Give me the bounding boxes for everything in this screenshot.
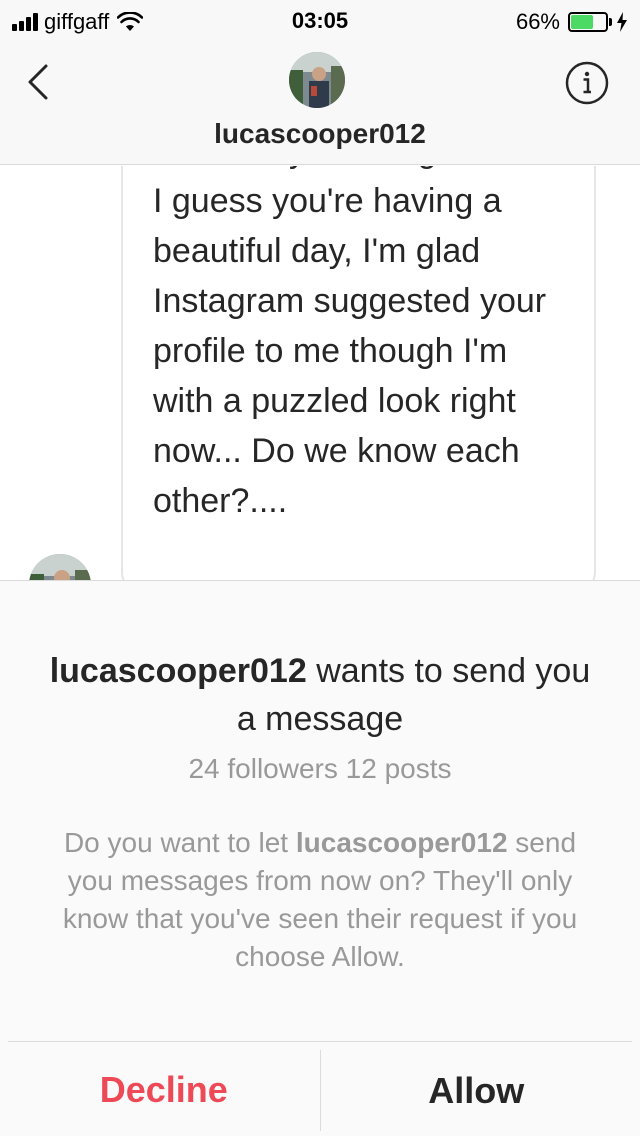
status-bar: giffgaff 03:05 66% [0,0,640,40]
decline-button[interactable]: Decline [8,1042,320,1136]
message-text: How are you doing Girl?.... I guess you'… [153,166,556,520]
message-request-panel: lucascooper012 wants to send you a messa… [0,580,640,1136]
battery-icon [568,12,608,32]
avatar[interactable] [289,52,345,108]
request-description: Do you want to let lucascooper012 send y… [50,824,590,976]
chevron-left-icon[interactable] [22,60,58,104]
charging-bolt-icon [617,12,627,32]
request-stats: 24 followers 12 posts [188,753,452,784]
status-right: 66% [516,9,628,35]
battery-level [571,15,594,29]
battery-percent: 66% [515,9,560,34]
request-body-username: lucascooper012 [295,827,508,858]
message-bubble[interactable]: How are you doing Girl?.... I guess you'… [121,166,596,580]
allow-button[interactable]: Allow [319,1050,633,1131]
request-body-prefix: Do you want to let [63,827,296,858]
request-title: lucascooper012 wants to send you a messa… [40,647,600,743]
conversation-header: lucascooper012 [0,40,640,165]
battery-tip [609,18,612,26]
info-icon[interactable] [564,60,610,106]
request-title-username: lucascooper012 [49,652,307,690]
header-username[interactable]: lucascooper012 [0,118,640,150]
message-thread[interactable]: How are you doing Girl?.... I guess you'… [0,166,640,580]
request-actions: Decline Allow [8,1041,632,1136]
sender-avatar[interactable] [29,554,91,580]
